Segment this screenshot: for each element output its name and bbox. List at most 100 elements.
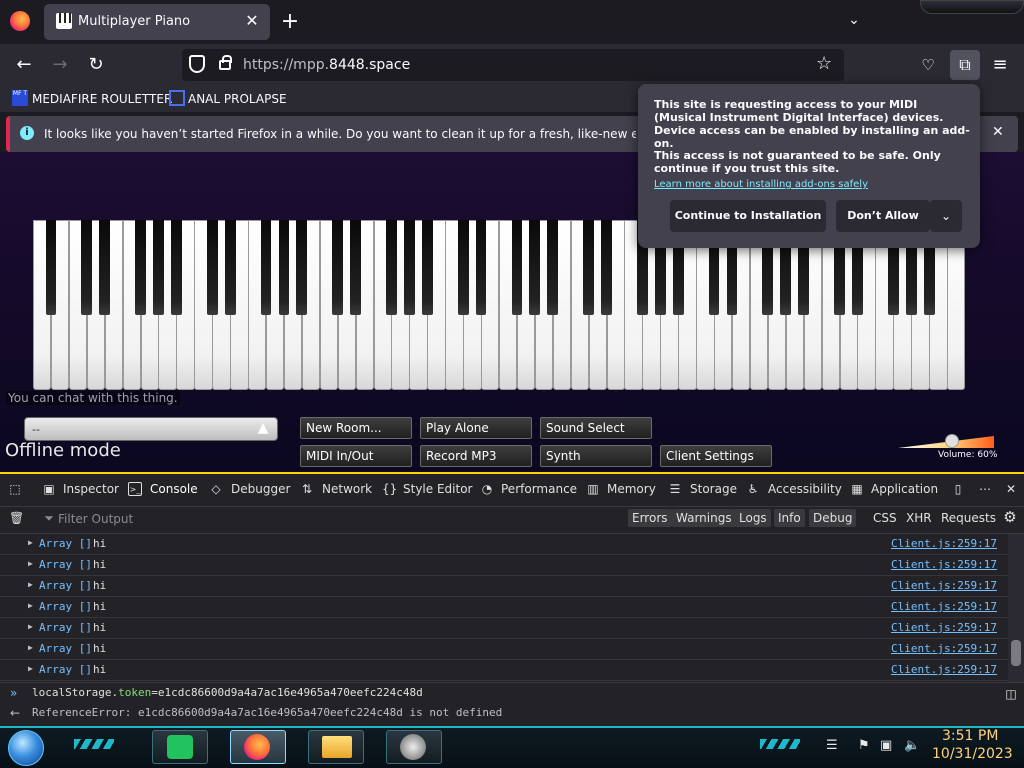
play-alone-button[interactable]: Play Alone: [420, 417, 532, 439]
tab-network[interactable]: Network: [322, 482, 372, 496]
log-row[interactable]: ▶ Array [] hi Client.js:259:17: [0, 618, 1008, 639]
expand-triangle-icon[interactable]: ▶: [28, 643, 33, 652]
record-mp3-button[interactable]: Record MP3: [420, 445, 532, 467]
popup-learn-more-link[interactable]: Learn more about installing add-ons safe…: [654, 179, 868, 190]
piano-black-key[interactable]: [296, 220, 308, 315]
chat-hint[interactable]: You can chat with this thing.: [6, 391, 180, 405]
expand-triangle-icon[interactable]: ▶: [28, 601, 33, 610]
tab-debugger[interactable]: Debugger: [231, 482, 290, 496]
log-row[interactable]: ▶ Array [] hi Client.js:259:17: [0, 660, 1008, 681]
piano-black-key[interactable]: [278, 220, 290, 315]
expand-triangle-icon[interactable]: ▶: [28, 580, 33, 589]
reload-icon[interactable]: ↻: [83, 52, 109, 78]
lock-icon[interactable]: [219, 55, 232, 70]
tab-application[interactable]: Application: [871, 482, 938, 496]
forward-arrow-icon[interactable]: →: [47, 52, 73, 78]
more-options-icon[interactable]: ⋯: [978, 482, 992, 496]
sound-select-button[interactable]: Sound Select: [540, 417, 652, 439]
dont-allow-button[interactable]: Don’t Allow: [836, 200, 930, 232]
volume-knob[interactable]: [945, 434, 959, 448]
log-row[interactable]: ▶ Array [] hi Client.js:259:17: [0, 555, 1008, 576]
room-select[interactable]: [24, 417, 278, 441]
client-settings-button[interactable]: Client Settings: [660, 445, 772, 467]
chevron-down-icon[interactable]: ⌄: [844, 12, 864, 32]
gear-icon[interactable]: ⚙: [1003, 510, 1017, 525]
tab-accessibility[interactable]: Accessibility: [768, 482, 842, 496]
log-row[interactable]: ▶ Array [] hi Client.js:259:17: [0, 534, 1008, 555]
piano-black-key[interactable]: [135, 220, 146, 315]
url-text[interactable]: https://mpp.8448.space: [243, 57, 410, 73]
piano-black-key[interactable]: [583, 220, 594, 315]
new-room-button[interactable]: New Room...: [300, 417, 412, 439]
piano-black-key[interactable]: [99, 220, 111, 315]
piano-black-key[interactable]: [511, 220, 523, 315]
midi-button[interactable]: MIDI In/Out: [300, 445, 412, 467]
tab-close-button[interactable]: ✕: [244, 11, 260, 31]
notification-close-button[interactable]: ✕: [992, 124, 1004, 140]
back-arrow-icon[interactable]: ←: [11, 52, 37, 78]
new-tab-button[interactable]: +: [280, 9, 300, 34]
log-row[interactable]: ▶ Array [] hi Client.js:259:17: [0, 639, 1008, 660]
expand-triangle-icon[interactable]: ▶: [28, 559, 33, 568]
piano-black-key[interactable]: [529, 220, 541, 315]
piano-black-key[interactable]: [404, 220, 415, 315]
responsive-design-icon[interactable]: ▯: [951, 482, 965, 496]
volume-icon[interactable]: 🔈: [904, 738, 920, 753]
piano-black-key[interactable]: [260, 220, 272, 315]
filter-logs[interactable]: Logs: [735, 509, 771, 527]
piano-black-key[interactable]: [171, 220, 182, 315]
chevron-down-icon[interactable]: ⌄: [930, 200, 962, 232]
extensions-puzzle-icon[interactable]: ⧉: [950, 50, 980, 80]
filter-warnings[interactable]: Warnings: [672, 509, 736, 527]
expand-triangle-icon[interactable]: ▶: [28, 538, 33, 547]
piano-black-key[interactable]: [224, 220, 236, 315]
piano-black-key[interactable]: [332, 220, 344, 315]
shield-icon[interactable]: [189, 55, 205, 73]
start-button[interactable]: [8, 730, 44, 766]
filter-errors[interactable]: Errors: [628, 509, 672, 527]
filter-info[interactable]: Info: [774, 509, 805, 527]
piano-black-key[interactable]: [45, 220, 57, 315]
trash-icon[interactable]: 🗑: [9, 511, 24, 525]
piano-black-key[interactable]: [81, 220, 93, 315]
log-row[interactable]: ▶ Array [] hi Client.js:259:17: [0, 597, 1008, 618]
tab-memory[interactable]: Memory: [607, 482, 656, 496]
editor-mode-icon[interactable]: ◫: [1004, 687, 1018, 701]
pocket-icon[interactable]: ♡: [915, 52, 941, 78]
tab-storage[interactable]: Storage: [690, 482, 737, 496]
synth-button[interactable]: Synth: [540, 445, 652, 467]
firefox-icon[interactable]: [10, 11, 30, 31]
network-icon[interactable]: ▣: [880, 738, 892, 753]
close-icon[interactable]: ✕: [1004, 482, 1018, 496]
hamburger-menu-icon[interactable]: ≡: [987, 52, 1013, 78]
tab-inspector[interactable]: Inspector: [63, 482, 119, 496]
continue-installation-button[interactable]: Continue to Installation: [670, 200, 826, 232]
clock-time[interactable]: 3:51 PM: [942, 728, 998, 744]
triangle-up-icon[interactable]: ▲: [252, 420, 274, 438]
filter-xhr[interactable]: XHR: [906, 509, 932, 527]
log-row[interactable]: ▶ Array [] hi Client.js:259:17: [0, 576, 1008, 597]
tab-console[interactable]: Console: [150, 482, 198, 496]
filter-input[interactable]: Filter Output: [58, 512, 133, 526]
piano-black-key[interactable]: [350, 220, 361, 315]
show-desktop-icon[interactable]: ☰: [826, 738, 838, 753]
piano-black-key[interactable]: [153, 220, 164, 315]
piano-black-key[interactable]: [457, 220, 469, 315]
tab-style-editor[interactable]: Style Editor: [403, 482, 472, 496]
bookmark-mediafire[interactable]: MEDIAFIRE ROULETTER: [32, 92, 172, 106]
filter-css[interactable]: CSS: [873, 509, 897, 527]
filter-requests[interactable]: Requests: [941, 509, 996, 527]
piano-black-key[interactable]: [386, 220, 397, 315]
piano-black-key[interactable]: [421, 220, 433, 315]
filter-debug[interactable]: Debug: [809, 509, 857, 527]
expand-triangle-icon[interactable]: ▶: [28, 664, 33, 673]
piano-black-key[interactable]: [206, 220, 218, 315]
piano-black-key[interactable]: [475, 220, 487, 315]
element-picker-icon[interactable]: ⬚: [8, 482, 22, 496]
tab-performance[interactable]: Performance: [501, 482, 577, 496]
clock-date[interactable]: 10/31/2023: [932, 746, 1013, 762]
bookmark-star-icon[interactable]: ☆: [816, 53, 832, 74]
piano-black-key[interactable]: [547, 220, 559, 315]
bookmark-second[interactable]: ANAL PROLAPSE: [188, 92, 287, 106]
expand-triangle-icon[interactable]: ▶: [28, 622, 33, 631]
